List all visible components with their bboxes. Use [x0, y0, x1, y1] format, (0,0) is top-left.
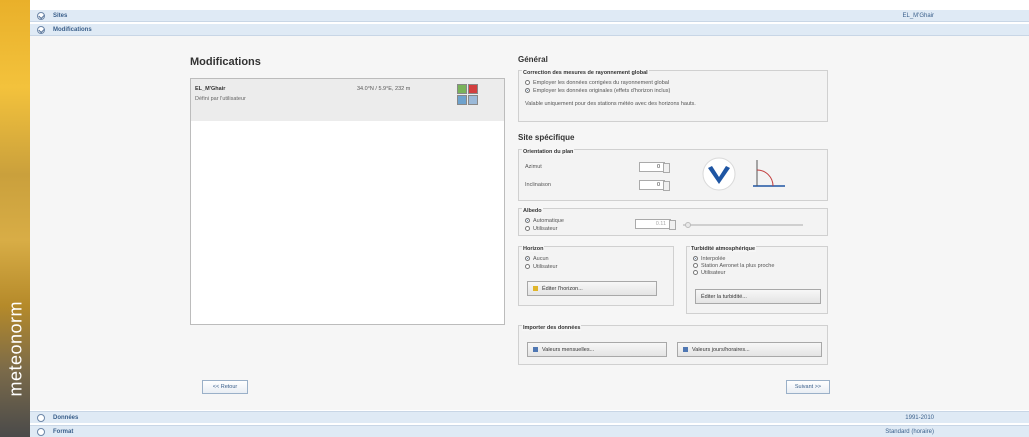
turbidity-group: Turbidité atmosphérique Interpolée Stati… [686, 246, 828, 314]
collapse-toggle-icon[interactable] [37, 25, 45, 34]
turbidity-option-interpolated[interactable]: Interpolée [693, 256, 725, 262]
copy-icon[interactable] [457, 95, 467, 105]
meteonorm-brand-strip: meteonorm [0, 0, 30, 437]
hourly-import-icon [683, 347, 688, 352]
edit-icon[interactable] [457, 84, 467, 94]
azimut-stepper[interactable]: 0 [639, 162, 670, 173]
albedo-title: Albedo [522, 208, 543, 214]
radio-icon[interactable] [525, 226, 530, 232]
horizon-option-none[interactable]: Aucun [525, 256, 549, 262]
section-sites-value: EL_M'Ghair [902, 12, 935, 19]
section-sites[interactable]: Sites EL_M'Ghair [30, 10, 1029, 22]
next-button[interactable]: Suivant >> [786, 380, 830, 394]
inclinaison-stepper[interactable]: 0 [639, 180, 670, 191]
site-coords: 34.0°N / 5.9°E, 232 m [357, 86, 411, 92]
expand-toggle-icon[interactable] [37, 413, 45, 422]
section-modifications[interactable]: Modifications [30, 24, 1029, 36]
albedo-slider-handle[interactable] [685, 222, 691, 228]
section-format[interactable]: Format Standard (horaire) [30, 425, 1029, 437]
radio-selected-icon[interactable] [525, 218, 530, 224]
correction-option-corrected[interactable]: Employer les données corrigées du rayonn… [525, 80, 669, 86]
monthly-values-button[interactable]: Valeurs mensuelles... [527, 342, 667, 357]
delete-icon[interactable] [468, 84, 478, 94]
section-sites-label: Sites [53, 12, 68, 19]
info-icon[interactable] [468, 95, 478, 105]
import-group: Importer des données Valeurs mensuelles.… [518, 325, 828, 365]
modifications-panel: Modifications EL_M'Ghair Défini par l'ut… [30, 36, 1029, 410]
modifications-list[interactable]: EL_M'Ghair Défini par l'utilisateur 34.0… [190, 78, 505, 325]
section-format-label: Format [53, 428, 74, 435]
page-title: Modifications [190, 56, 261, 68]
orientation-title: Orientation du plan [522, 149, 575, 155]
site-subtitle: Défini par l'utilisateur [195, 96, 246, 102]
turbidity-option-user[interactable]: Utilisateur [693, 270, 725, 276]
turbidity-title: Turbidité atmosphérique [690, 246, 757, 252]
radio-selected-icon[interactable] [693, 256, 698, 262]
site-specific-title: Site spécifique [518, 133, 575, 142]
albedo-group: Albedo Automatique Utilisateur 0.11 [518, 208, 828, 236]
section-donnees-label: Données [53, 414, 79, 421]
brand-logo-text: meteonorm [5, 300, 26, 397]
back-button[interactable]: << Retour [202, 380, 248, 394]
turbidity-option-aeronet[interactable]: Station Aeronet la plus proche [693, 263, 774, 269]
section-donnees[interactable]: Données 1991-2010 [30, 411, 1029, 423]
albedo-option-auto[interactable]: Automatique [525, 218, 564, 224]
radio-icon[interactable] [525, 264, 530, 270]
item-actions [457, 84, 481, 106]
monthly-import-icon [533, 347, 538, 352]
horizon-group: Horizon Aucun Utilisateur Éditer l'horiz… [518, 246, 674, 306]
list-item-selected[interactable]: EL_M'Ghair Défini par l'utilisateur 34.0… [191, 79, 504, 121]
radio-icon[interactable] [525, 80, 530, 86]
correction-note: Valable uniquement pour des stations mét… [525, 101, 696, 107]
inclinaison-label: Inclinaison [525, 182, 551, 188]
albedo-option-user[interactable]: Utilisateur [525, 226, 557, 232]
tilt-angle-icon [753, 160, 785, 187]
radio-selected-icon[interactable] [525, 88, 530, 94]
edit-turbidity-button[interactable]: Éditer la turbidité... [695, 289, 821, 304]
daily-hourly-values-button[interactable]: Valeurs jours/horaires... [677, 342, 822, 357]
horizon-title: Horizon [522, 246, 545, 252]
section-modifications-label: Modifications [53, 26, 92, 33]
horizon-option-user[interactable]: Utilisateur [525, 264, 557, 270]
radio-icon[interactable] [693, 263, 698, 269]
radio-icon[interactable] [693, 270, 698, 276]
azimut-label: Azimut [525, 164, 542, 170]
section-format-value: Standard (horaire) [885, 428, 934, 435]
orientation-group: Orientation du plan Azimut 0 Inclinaison… [518, 149, 828, 201]
albedo-value-field[interactable]: 0.11 [635, 219, 676, 230]
correction-option-original[interactable]: Employer les données originales (effets … [525, 88, 670, 94]
import-title: Importer des données [522, 325, 582, 331]
albedo-slider[interactable] [683, 224, 803, 226]
correction-title: Correction des mesures de rayonnement gl… [522, 70, 649, 76]
correction-group: Correction des mesures de rayonnement gl… [518, 70, 828, 122]
azimuth-compass-icon [702, 157, 736, 191]
section-donnees-value: 1991-2010 [905, 414, 934, 421]
general-title: Général [518, 55, 548, 64]
radio-selected-icon[interactable] [525, 256, 530, 262]
horizon-edit-icon [533, 286, 538, 291]
site-name: EL_M'Ghair [195, 86, 226, 92]
edit-horizon-button[interactable]: Éditer l'horizon... [527, 281, 657, 296]
expand-toggle-icon[interactable] [37, 11, 45, 20]
expand-toggle-icon[interactable] [37, 427, 45, 436]
